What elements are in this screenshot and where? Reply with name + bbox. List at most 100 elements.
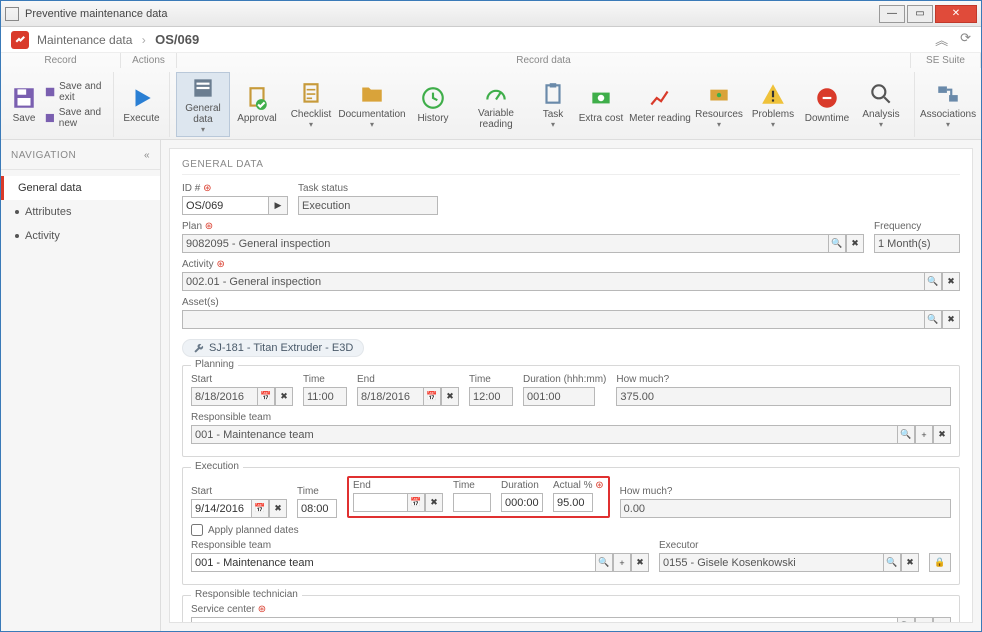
team-search-button[interactable]: 🔍 — [897, 425, 915, 444]
plan-end-time-label: Time — [469, 374, 513, 385]
sc-clear-button[interactable]: ✖ — [933, 617, 951, 623]
highlight-box: End 📅✖ Time Duration Actual % ⊛ — [347, 476, 610, 518]
task-status-input — [298, 196, 438, 215]
associations-tab[interactable]: Associations▾ — [921, 72, 975, 137]
minimize-button[interactable]: — — [879, 5, 905, 23]
id-input[interactable] — [182, 196, 268, 215]
nav-item-activity[interactable]: Activity — [1, 224, 160, 248]
maximize-button[interactable]: ▭ — [907, 5, 933, 23]
downtime-tab[interactable]: Downtime — [800, 72, 854, 137]
documentation-tab[interactable]: Documentation▾ — [338, 72, 406, 137]
executor-lock-button[interactable]: 🔒 — [929, 553, 951, 572]
assets-search-button[interactable]: 🔍 — [924, 310, 942, 329]
resources-icon — [706, 81, 732, 107]
activity-search-button[interactable]: 🔍 — [924, 272, 942, 291]
plan-team-input — [191, 425, 897, 444]
variable-reading-tab[interactable]: Variable reading — [460, 72, 532, 137]
exec-end-time[interactable] — [453, 493, 491, 512]
team-add-button[interactable]: + — [915, 425, 933, 444]
meter-reading-tab[interactable]: Meter reading — [628, 72, 692, 137]
resources-tab[interactable]: Resources▾ — [692, 72, 746, 137]
nav-item-attributes[interactable]: Attributes — [1, 200, 160, 224]
nav-title: NAVIGATION — [11, 150, 76, 161]
calendar-icon[interactable]: 📅 — [257, 387, 275, 406]
executor-search-button[interactable]: 🔍 — [883, 553, 901, 572]
collapse-icon[interactable]: ︽ — [935, 30, 948, 49]
service-center-label: Service center ⊛ — [191, 604, 951, 615]
analysis-tab[interactable]: Analysis▾ — [854, 72, 908, 137]
executor-clear-button[interactable]: ✖ — [901, 553, 919, 572]
plan-start-time[interactable] — [303, 387, 347, 406]
approval-icon — [244, 85, 270, 111]
responsible-technician-fieldset: Responsible technician Service center ⊛ … — [182, 595, 960, 623]
history-tab[interactable]: History — [406, 72, 460, 137]
apply-planned-checkbox[interactable]: Apply planned dates — [191, 524, 951, 536]
nav-item-general-data[interactable]: General data — [1, 176, 160, 200]
id-next-button[interactable]: ▶ — [268, 196, 288, 215]
id-label: ID # ⊛ — [182, 183, 288, 194]
plan-start-date[interactable] — [191, 387, 257, 406]
extra-cost-tab[interactable]: Extra cost — [574, 72, 628, 137]
team-clear-button[interactable]: ✖ — [933, 425, 951, 444]
plan-clear-button[interactable]: ✖ — [846, 234, 864, 253]
assets-label: Asset(s) — [182, 297, 960, 308]
activity-input — [182, 272, 924, 291]
exec-start-time[interactable] — [297, 499, 337, 518]
clear-icon[interactable]: ✖ — [425, 493, 443, 512]
save-exit-icon — [45, 85, 55, 99]
exec-actual-pct[interactable] — [553, 493, 593, 512]
exec-howmuch — [620, 499, 951, 518]
save-and-new-button[interactable]: Save and new — [41, 105, 107, 131]
titlebar: Preventive maintenance data — ▭ ✕ — [1, 1, 981, 27]
plan-duration-label: Duration (hhh:mm) — [523, 374, 606, 385]
breadcrumb-root[interactable]: Maintenance data — [37, 33, 132, 47]
header: Maintenance data › OS/069 ︽ ⟳ — [1, 27, 981, 53]
checklist-tab[interactable]: Checklist▾ — [284, 72, 338, 137]
plan-duration[interactable] — [523, 387, 595, 406]
calendar-icon[interactable]: 📅 — [407, 493, 425, 512]
plan-search-button[interactable]: 🔍 — [828, 234, 846, 253]
ribbon-group-record-data: Record data — [177, 53, 911, 68]
asset-tag[interactable]: SJ-181 - Titan Extruder - E3D — [182, 339, 364, 357]
save-and-exit-button[interactable]: Save and exit — [41, 79, 107, 105]
exec-team-input[interactable] — [191, 553, 595, 572]
calendar-icon[interactable]: 📅 — [423, 387, 441, 406]
team-add-button[interactable]: + — [613, 553, 631, 572]
plan-start-label: Start — [191, 374, 293, 385]
exec-start-time-label: Time — [297, 486, 337, 497]
team-clear-button[interactable]: ✖ — [631, 553, 649, 572]
app-icon — [5, 7, 19, 21]
sc-add-button[interactable]: + — [915, 617, 933, 623]
navigation-panel: NAVIGATION « General data Attributes Acti… — [1, 140, 161, 631]
execute-button[interactable]: Execute — [120, 72, 163, 137]
assets-clear-button[interactable]: ✖ — [942, 310, 960, 329]
refresh-icon[interactable]: ⟳ — [960, 30, 971, 49]
calendar-icon[interactable]: 📅 — [251, 499, 269, 518]
ribbon: Record Actions Record data SE Suite Save… — [1, 53, 981, 140]
clear-icon[interactable]: ✖ — [441, 387, 459, 406]
problems-tab[interactable]: Problems▾ — [746, 72, 800, 137]
approval-tab[interactable]: Approval — [230, 72, 284, 137]
activity-clear-button[interactable]: ✖ — [942, 272, 960, 291]
plan-start-time-label: Time — [303, 374, 347, 385]
main-panel: GENERAL DATA ID # ⊛ ▶ Task status Plan ⊛ — [169, 148, 973, 623]
save-button[interactable]: Save — [11, 83, 37, 126]
general-data-tab[interactable]: General data▾ — [176, 72, 230, 137]
ribbon-group-se-suite: SE Suite — [911, 53, 981, 68]
sc-search-button[interactable]: 🔍 — [897, 617, 915, 623]
task-tab[interactable]: Task▾ — [532, 72, 574, 137]
exec-duration[interactable] — [501, 493, 543, 512]
service-center-input[interactable] — [191, 617, 897, 623]
collapse-nav-icon[interactable]: « — [144, 150, 150, 161]
section-title: GENERAL DATA — [182, 159, 960, 175]
team-search-button[interactable]: 🔍 — [595, 553, 613, 572]
exec-start-date[interactable] — [191, 499, 251, 518]
clear-icon[interactable]: ✖ — [275, 387, 293, 406]
exec-end-label: End — [353, 480, 443, 491]
save-icon — [11, 85, 37, 111]
clear-icon[interactable]: ✖ — [269, 499, 287, 518]
plan-end-time[interactable] — [469, 387, 513, 406]
close-button[interactable]: ✕ — [935, 5, 977, 23]
exec-end-date[interactable] — [353, 493, 407, 512]
plan-end-date[interactable] — [357, 387, 423, 406]
